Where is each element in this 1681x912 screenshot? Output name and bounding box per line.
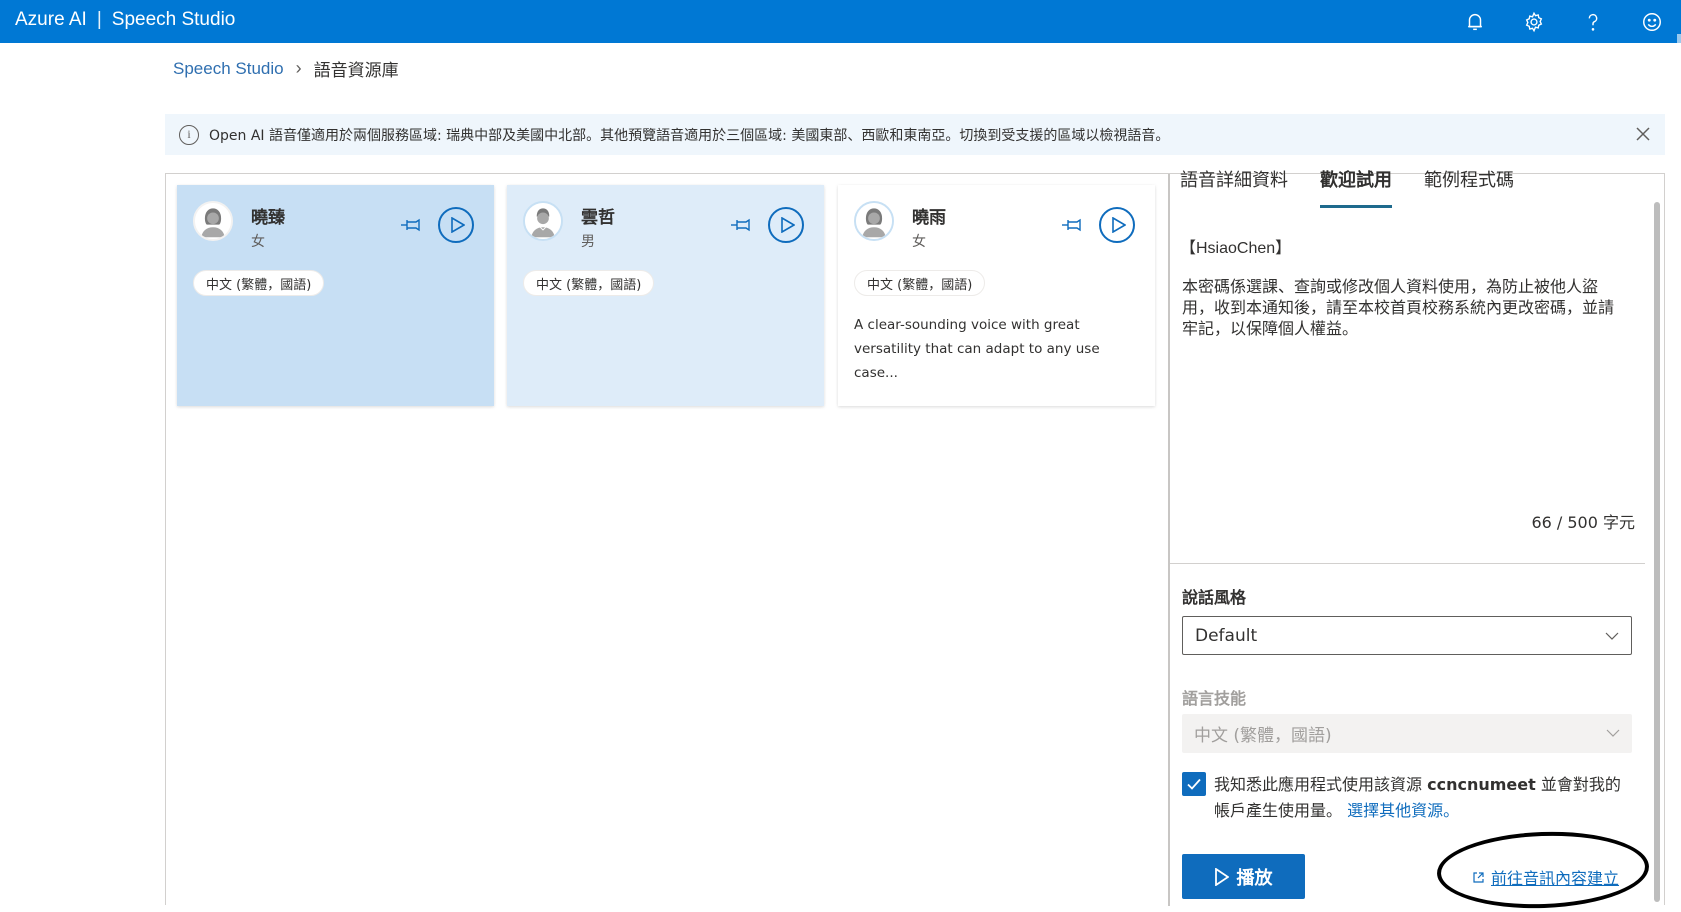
consent-text-before: 我知悉此應用程式使用該資源: [1214, 775, 1423, 794]
voice-card[interactable]: 曉雨 女 中文 (繁體，國語) A clear-sounding voice w…: [838, 185, 1155, 406]
pin-icon[interactable]: [1061, 217, 1083, 233]
info-banner: i Open AI 語音僅適用於兩個服務區域: 瑞典中部及美國中北部。其他預覽語…: [165, 114, 1665, 155]
tab-sample-code[interactable]: 範例程式碼: [1424, 166, 1514, 208]
tab-try-it[interactable]: 歡迎試用: [1320, 166, 1392, 208]
voice-gender: 女: [251, 234, 265, 250]
voice-card[interactable]: 曉臻 女 中文 (繁體，國語): [177, 185, 494, 406]
brand-separator: |: [96, 9, 102, 30]
female-avatar-icon: [856, 203, 892, 239]
help-button[interactable]: [1563, 0, 1622, 43]
settings-button[interactable]: [1504, 0, 1563, 43]
voice-name: 曉臻: [251, 208, 285, 228]
consent-row: 我知悉此應用程式使用該資源 ccncnumeet 並會對我的帳戶產生使用量。 選…: [1182, 772, 1632, 824]
play-sample-button[interactable]: [1099, 207, 1135, 243]
audio-content-creation-link[interactable]: 前往音訊內容建立: [1472, 865, 1619, 889]
play-sample-button[interactable]: [438, 207, 474, 243]
audio-content-creation-label: 前往音訊內容建立: [1491, 869, 1620, 888]
banner-text: Open AI 語音僅適用於兩個服務區域: 瑞典中部及美國中北部。其他預覽語音適…: [209, 127, 1170, 144]
info-icon: i: [179, 124, 199, 145]
open-external-icon: [1473, 871, 1484, 883]
voice-gender: 女: [912, 234, 926, 250]
resource-name: ccncnumeet: [1427, 775, 1536, 794]
voice-gender: 男: [581, 234, 595, 250]
divider: [1170, 563, 1645, 564]
locale-badge: 中文 (繁體，國語): [854, 270, 986, 296]
play-button[interactable]: 播放: [1182, 854, 1305, 899]
language-skill-value: 中文 (繁體，國語): [1194, 726, 1332, 746]
voice-detail-panel: 語音詳細資料 歡迎試用 範例程式碼 【HsiaoChen】 本密碼係選課、查詢或…: [1168, 170, 1665, 912]
tab-voice-details[interactable]: 語音詳細資料: [1180, 166, 1288, 208]
character-count: 66 / 500 字元: [1531, 513, 1635, 532]
brand[interactable]: Azure AI | Speech Studio: [15, 9, 235, 31]
breadcrumb: Speech Studio › 語音資源庫: [173, 56, 399, 81]
avatar: [193, 201, 233, 241]
help-icon: [1588, 13, 1597, 31]
sample-text-body: 本密碼係選課、查詢或修改個人資料使用，為防止被他人盜用，收到本通知後，請至本校首…: [1182, 277, 1615, 338]
panel-tabs: 語音詳細資料 歡迎試用 範例程式碼: [1180, 166, 1514, 208]
male-avatar-icon: [525, 203, 561, 239]
speaking-style-value: Default: [1195, 625, 1258, 646]
voice-name: 雲哲: [581, 208, 615, 228]
voice-description: A clear-sounding voice with great versat…: [854, 317, 1100, 381]
feedback-smiley-icon: [1642, 12, 1661, 31]
play-sample-button[interactable]: [768, 207, 804, 243]
language-skill-label: 語言技能: [1182, 689, 1247, 708]
avatar: [854, 201, 894, 241]
avatar: [523, 201, 563, 241]
locale-badge: 中文 (繁體，國語): [523, 270, 655, 296]
chevron-down-icon: [1606, 729, 1620, 737]
brand-product: Speech Studio: [111, 9, 236, 30]
bell-icon: [1467, 13, 1482, 30]
top-bar: Azure AI | Speech Studio: [0, 0, 1681, 43]
close-icon[interactable]: [1633, 124, 1653, 144]
locale-badge: 中文 (繁體，國語): [193, 270, 325, 296]
consent-checkbox[interactable]: [1182, 772, 1206, 796]
voice-name: 曉雨: [912, 208, 946, 228]
play-icon: [1111, 217, 1126, 233]
brand-azure-ai: Azure AI: [15, 9, 87, 30]
speaking-style-label: 說話風格: [1182, 588, 1247, 607]
female-avatar-icon: [195, 203, 231, 239]
voice-gallery: 曉臻 女 中文 (繁體，國語) 雲哲 男 中文 (繁體，國語) 曉雨 女 中文 …: [165, 170, 1665, 912]
notifications-button[interactable]: [1445, 0, 1504, 43]
language-skill-dropdown: 中文 (繁體，國語): [1182, 714, 1632, 753]
pin-icon[interactable]: [730, 217, 752, 233]
play-icon: [450, 217, 465, 233]
voice-card[interactable]: 雲哲 男 中文 (繁體，國語): [507, 185, 824, 406]
choose-other-resource-link[interactable]: 選擇其他資源。: [1347, 801, 1459, 820]
play-icon: [780, 217, 795, 233]
window-edge: [1677, 34, 1681, 43]
consent-text: 我知悉此應用程式使用該資源 ccncnumeet 並會對我的帳戶產生使用量。 選…: [1214, 772, 1632, 824]
panel-scrollbar[interactable]: [1654, 202, 1660, 902]
speaking-style-dropdown[interactable]: Default: [1182, 616, 1632, 655]
play-button-label: 播放: [1236, 867, 1273, 889]
pin-icon[interactable]: [400, 217, 422, 233]
feedback-button[interactable]: [1622, 0, 1681, 43]
gear-icon: [1525, 11, 1542, 32]
breadcrumb-current: 語音資源庫: [313, 61, 399, 80]
chevron-right-icon: ›: [295, 58, 302, 78]
breadcrumb-speech-studio[interactable]: Speech Studio: [173, 59, 284, 79]
checkmark-icon: [1187, 778, 1201, 790]
play-icon: [1214, 867, 1229, 886]
sample-text-title: 【HsiaoChen】: [1180, 240, 1292, 257]
chevron-down-icon: [1605, 632, 1619, 640]
